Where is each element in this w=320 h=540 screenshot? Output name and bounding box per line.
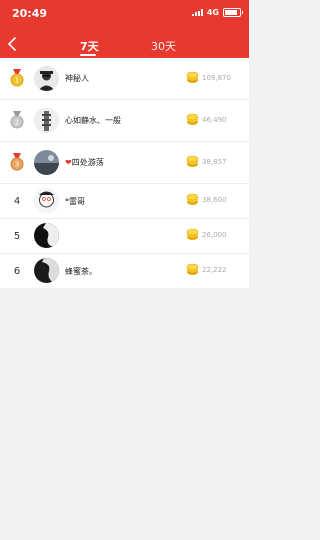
ranking-row[interactable]: 6 蜂蜜茶。 22,222 — [0, 254, 249, 289]
avatar — [34, 66, 59, 91]
rank-medal: 3 — [9, 152, 25, 172]
status-bar: 20:49 4G — [0, 0, 249, 20]
coin-icon — [186, 263, 199, 275]
coin-icon — [186, 155, 199, 167]
chevron-left-icon — [8, 37, 16, 51]
avatar — [34, 150, 59, 175]
avatar — [34, 258, 59, 283]
signal-icon — [191, 9, 203, 16]
coin-amount: 38,600 — [186, 193, 227, 206]
user-name: *雷哥 — [65, 197, 85, 206]
coin-amount: 38,857 — [186, 155, 227, 168]
bronze-medal-icon: 3 — [10, 153, 24, 171]
svg-text:1: 1 — [15, 77, 19, 85]
ranking-row[interactable]: 3 ❤四处游荡 38,857 — [0, 142, 249, 184]
ranking-row[interactable]: 5 26,000 — [0, 219, 249, 254]
active-tab-indicator — [80, 54, 96, 56]
heart-icon: ❤ — [65, 158, 72, 167]
tab-7-days[interactable]: 7天 — [80, 38, 99, 54]
amount-value: 22,222 — [202, 265, 227, 274]
coin-icon — [186, 193, 199, 205]
amount-value: 38,600 — [202, 195, 227, 204]
amount-value: 26,000 — [202, 230, 227, 239]
rank-number: 6 — [13, 265, 21, 277]
avatar — [34, 223, 59, 248]
gold-medal-icon: 1 — [10, 69, 24, 87]
svg-text:3: 3 — [15, 161, 19, 169]
coin-amount: 26,000 — [186, 228, 227, 241]
user-name: 蜂蜜茶。 — [65, 267, 97, 276]
svg-text:2: 2 — [15, 119, 19, 127]
network-label: 4G — [206, 8, 219, 17]
amount-value: 46,490 — [202, 115, 227, 124]
silver-medal-icon: 2 — [10, 111, 24, 129]
ranking-row[interactable]: 1 神秘人 109,870 — [0, 58, 249, 100]
amount-value: 38,857 — [202, 157, 227, 166]
ranking-list: 1 神秘人 109,870 2 心如静水、一般 46,490 3 ❤四处游荡 3… — [0, 58, 249, 289]
coin-amount: 22,222 — [186, 263, 227, 276]
user-name: ❤四处游荡 — [65, 158, 104, 167]
status-time: 20:49 — [12, 7, 48, 20]
coin-icon — [186, 113, 199, 125]
coin-amount: 109,870 — [186, 71, 231, 84]
rank-number: 4 — [13, 195, 21, 207]
rank-medal: 1 — [9, 68, 25, 88]
coin-icon — [186, 71, 199, 83]
user-name: 神秘人 — [65, 74, 89, 83]
coin-amount: 46,490 — [186, 113, 227, 126]
amount-value: 109,870 — [202, 73, 231, 82]
back-button[interactable] — [6, 36, 22, 52]
tab-nav: 7天 30天 — [0, 32, 249, 58]
user-name: 心如静水、一般 — [65, 116, 121, 125]
battery-icon — [223, 8, 243, 17]
header-bar: 20:49 4G 7天 30天 — [0, 0, 249, 58]
avatar — [34, 108, 59, 133]
status-indicators: 4G — [191, 8, 243, 17]
ranking-row[interactable]: 2 心如静水、一般 46,490 — [0, 100, 249, 142]
tab-30-days[interactable]: 30天 — [151, 38, 176, 54]
ranking-row[interactable]: 4 *雷哥 38,600 — [0, 184, 249, 219]
rank-medal: 2 — [9, 110, 25, 130]
avatar — [34, 188, 59, 213]
coin-icon — [186, 228, 199, 240]
rank-number: 5 — [13, 230, 21, 242]
